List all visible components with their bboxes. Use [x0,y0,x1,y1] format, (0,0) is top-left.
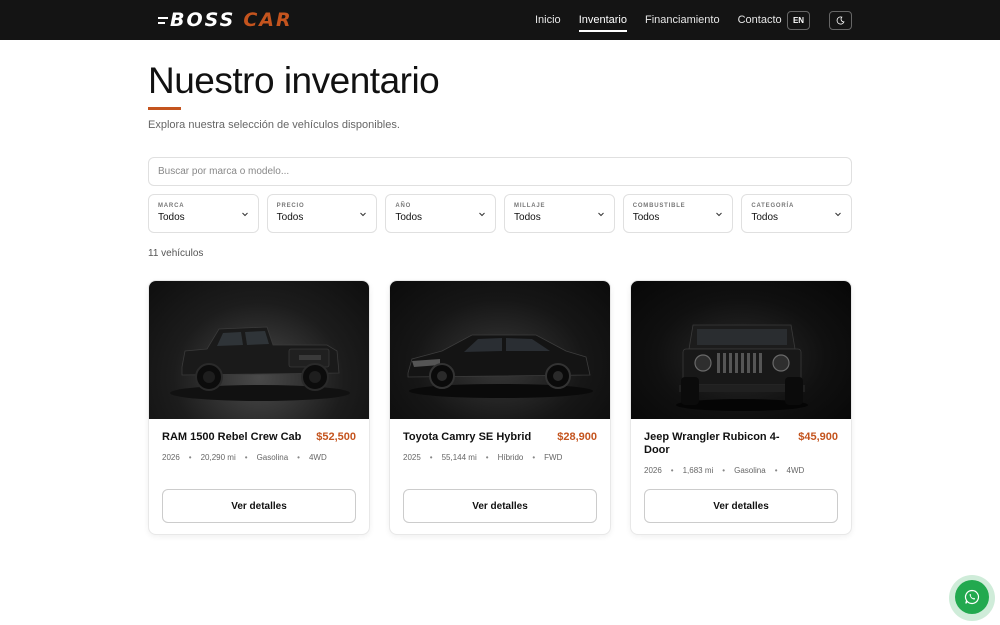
title-accent-underline [148,107,181,110]
card-body: Toyota Camry SE Hybrid $28,900 2025 • 55,… [390,419,610,534]
nav-financiamiento[interactable]: Financiamiento [645,8,720,32]
view-details-button[interactable]: Ver detalles [162,489,356,523]
vehicle-fuel: Gasolina [734,466,766,475]
filter-ano[interactable]: AÑO Todos [385,194,497,233]
vehicle-year: 2026 [644,466,662,475]
separator-dot: • [670,466,674,475]
separator-dot: • [297,453,300,462]
card-header: Toyota Camry SE Hybrid $28,900 [403,431,597,444]
view-details-button[interactable]: Ver detalles [644,489,838,523]
separator-dot: • [429,453,433,462]
filter-label: AÑO [395,203,412,209]
whatsapp-button[interactable] [955,580,989,614]
moon-icon [836,16,845,25]
separator-dot: • [244,453,248,462]
filter-value: Todos [158,212,185,223]
chevron-down-icon [479,212,485,217]
vehicle-specs: 2026 • 20,290 mi • Gasolina • 4WD [162,453,356,462]
page-subtitle: Explora nuestra selección de vehículos d… [148,119,400,131]
view-details-button[interactable]: Ver detalles [403,489,597,523]
vehicle-photo[interactable] [149,281,369,419]
filter-label: MARCA [158,203,185,209]
search-input[interactable] [148,157,852,186]
filter-marca[interactable]: MARCA Todos [148,194,259,233]
separator-dot: • [774,466,778,475]
filter-label: PRECIO [276,203,305,209]
logo-speed-lines [158,16,168,24]
card-body: RAM 1500 Rebel Crew Cab $52,500 2026 • 20… [149,419,369,534]
vehicle-specs: 2026 • 1,683 mi • Gasolina • 4WD [644,466,838,475]
separator-dot: • [485,453,489,462]
vehicle-drive: 4WD [308,453,327,462]
vehicle-card[interactable]: Jeep Wrangler Rubicon 4-Door $45,900 202… [630,280,852,535]
separator-dot: • [532,453,536,462]
theme-toggle-button[interactable] [829,11,852,30]
filter-label: MILLAJE [514,203,546,209]
vehicle-name[interactable]: RAM 1500 Rebel Crew Cab [162,431,312,444]
nav-contacto[interactable]: Contacto [738,8,782,32]
boss-car-logo[interactable]: BOSS CAR [158,8,293,32]
vehicle-price: $45,900 [798,431,838,443]
vehicle-mileage: 55,144 mi [441,453,477,462]
nav-inicio[interactable]: Inicio [535,8,561,32]
card-body: Jeep Wrangler Rubicon 4-Door $45,900 202… [631,419,851,534]
vehicle-drive: 4WD [786,466,805,475]
jeep-illustration [676,324,808,411]
chevron-down-icon [241,212,248,217]
separator-dot: • [722,466,726,475]
separator-dot: • [188,453,192,462]
chevron-down-icon [360,212,367,217]
filter-value: Todos [632,212,660,223]
vehicle-price: $52,500 [316,431,356,443]
logo-text-car: CAR [243,9,293,31]
filter-combustible[interactable]: COMBUSTIBLE Todos [622,194,734,233]
filter-value: Todos [514,212,541,223]
vehicle-drive: FWD [544,453,563,462]
results-count: 11 vehículos [148,248,204,259]
sedan-illustration [407,334,593,398]
vehicle-fuel: Híbrido [497,453,524,462]
pickup-truck-illustration [170,326,350,401]
filter-label: CATEGORÍA [751,203,795,209]
vehicle-specs: 2025 • 55,144 mi • Híbrido • FWD [403,453,597,462]
vehicle-photo[interactable] [390,281,610,419]
vehicle-name[interactable]: Jeep Wrangler Rubicon 4-Door [644,431,794,457]
nav-inventario[interactable]: Inventario [578,8,628,32]
filter-value: Todos [395,212,423,223]
filter-value: Todos [276,212,304,223]
vehicle-grid: RAM 1500 Rebel Crew Cab $52,500 2026 • 20… [148,280,852,535]
vehicle-card[interactable]: RAM 1500 Rebel Crew Cab $52,500 2026 • 20… [148,280,370,535]
filter-value: Todos [751,212,779,223]
logo-text-boss: BOSS [170,9,236,31]
filter-precio[interactable]: PRECIO Todos [266,194,378,233]
chevron-down-icon [597,212,604,217]
main-nav: Inicio Inventario Financiamiento Contact… [535,0,800,40]
top-navbar: BOSS CAR Inicio Inventario Financiamient… [0,0,1000,40]
card-header: Jeep Wrangler Rubicon 4-Door $45,900 [644,431,838,457]
vehicle-photo[interactable] [631,281,851,419]
filter-millaje[interactable]: MILLAJE Todos [504,194,615,233]
vehicle-mileage: 20,290 mi [200,453,236,462]
vehicle-year: 2025 [403,453,421,462]
chevron-down-icon [835,212,841,217]
vehicle-price: $28,900 [557,431,597,443]
filter-label: COMBUSTIBLE [632,203,686,209]
vehicle-card[interactable]: Toyota Camry SE Hybrid $28,900 2025 • 55,… [389,280,611,535]
vehicle-name[interactable]: Toyota Camry SE Hybrid [403,431,553,444]
filter-categoria[interactable]: CATEGORÍA Todos [741,194,853,233]
card-header: RAM 1500 Rebel Crew Cab $52,500 [162,431,356,444]
filter-bar: MARCA Todos PRECIO Todos AÑO Todos MILLA… [148,194,853,233]
vehicle-fuel: Gasolina [256,453,289,462]
page-title: Nuestro inventario [148,60,440,101]
vehicle-year: 2026 [162,453,180,462]
chevron-down-icon [716,212,723,217]
whatsapp-icon [964,589,980,605]
language-toggle-button[interactable]: EN [787,11,810,30]
vehicle-mileage: 1,683 mi [682,466,714,475]
